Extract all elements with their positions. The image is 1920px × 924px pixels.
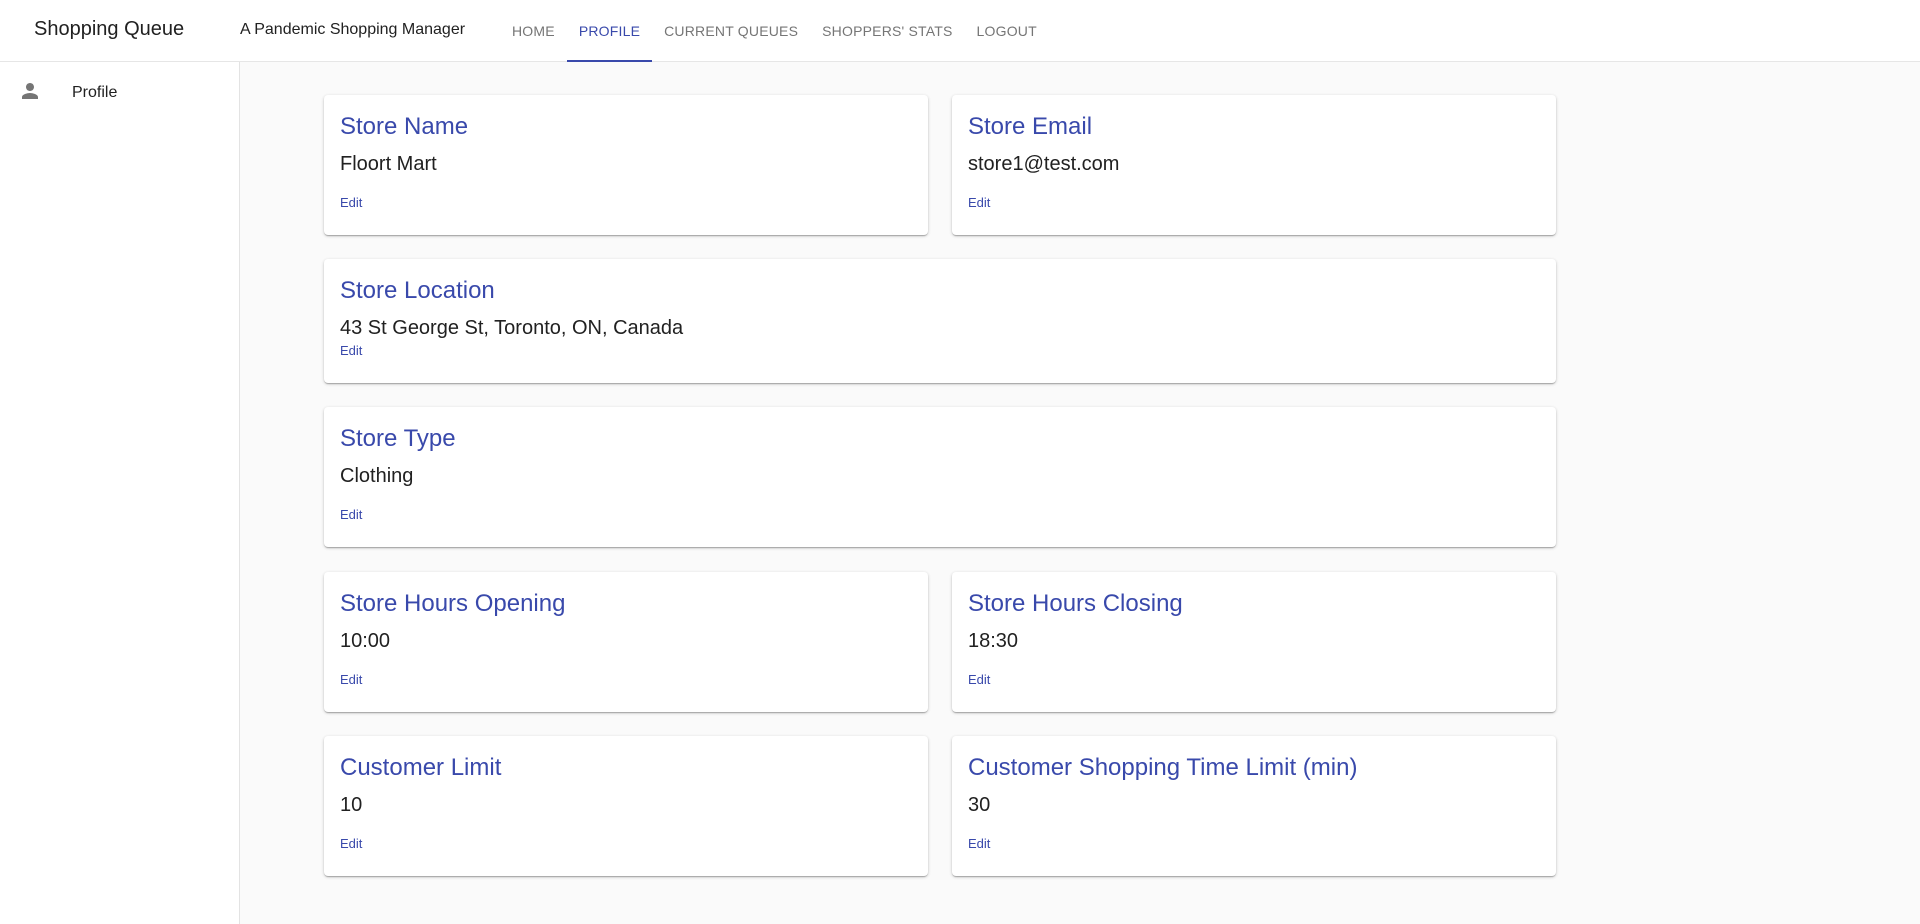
store-email-card: Store Email store1@test.com Edit xyxy=(952,95,1556,235)
top-nav: HOME PROFILE CURRENT QUEUES SHOPPERS' ST… xyxy=(500,0,1049,62)
sidebar-item-label: Profile xyxy=(72,84,118,101)
edit-time-limit-button[interactable]: Edit xyxy=(968,836,1540,851)
card-title: Store Name xyxy=(340,113,469,140)
card-value: 10 xyxy=(340,794,363,817)
tab-shoppers-stats[interactable]: SHOPPERS' STATS xyxy=(810,0,964,62)
edit-store-type-button[interactable]: Edit xyxy=(340,507,1540,522)
card-value: 10:00 xyxy=(340,630,391,653)
tab-current-queues[interactable]: CURRENT QUEUES xyxy=(652,0,810,62)
card-title: Store Hours Opening xyxy=(340,590,566,617)
card-title: Store Location xyxy=(340,277,495,304)
store-location-card: Store Location 43 St George St, Toronto,… xyxy=(324,259,1556,383)
edit-hours-closing-button[interactable]: Edit xyxy=(968,672,1540,687)
card-value: store1@test.com xyxy=(968,153,1120,176)
card-value: 18:30 xyxy=(968,630,1019,653)
person-icon xyxy=(18,79,42,108)
card-value: Floort Mart xyxy=(340,153,437,176)
card-title: Customer Limit xyxy=(340,754,502,781)
card-title: Store Hours Closing xyxy=(968,590,1183,617)
edit-store-name-button[interactable]: Edit xyxy=(340,195,912,210)
tab-profile[interactable]: PROFILE xyxy=(566,0,653,62)
card-title: Store Email xyxy=(968,113,1093,140)
tab-home[interactable]: HOME xyxy=(500,0,567,62)
app-brand[interactable]: Shopping Queue xyxy=(34,18,184,41)
card-title: Store Type xyxy=(340,425,456,452)
store-type-card: Store Type Clothing Edit xyxy=(324,407,1556,547)
card-value: 43 St George St, Toronto, ON, Canada xyxy=(340,317,684,340)
card-value: 30 xyxy=(968,794,991,817)
app-bar: Shopping Queue A Pandemic Shopping Manag… xyxy=(0,0,1920,62)
store-hours-closing-card: Store Hours Closing 18:30 Edit xyxy=(952,572,1556,712)
edit-store-email-button[interactable]: Edit xyxy=(968,195,1540,210)
tab-logout[interactable]: LOGOUT xyxy=(965,0,1049,62)
sidebar: Profile xyxy=(0,62,240,924)
sidebar-item-profile[interactable]: Profile xyxy=(0,62,239,124)
app-tagline: A Pandemic Shopping Manager xyxy=(240,21,466,38)
edit-customer-limit-button[interactable]: Edit xyxy=(340,836,912,851)
customer-limit-card: Customer Limit 10 Edit xyxy=(324,736,928,876)
store-hours-opening-card: Store Hours Opening 10:00 Edit xyxy=(324,572,928,712)
edit-store-location-button[interactable]: Edit xyxy=(340,343,1540,358)
shopping-time-limit-card: Customer Shopping Time Limit (min) 30 Ed… xyxy=(952,736,1556,876)
card-title: Customer Shopping Time Limit (min) xyxy=(968,754,1358,781)
store-name-card: Store Name Floort Mart Edit xyxy=(324,95,928,235)
edit-hours-opening-button[interactable]: Edit xyxy=(340,672,912,687)
card-value: Clothing xyxy=(340,465,414,488)
